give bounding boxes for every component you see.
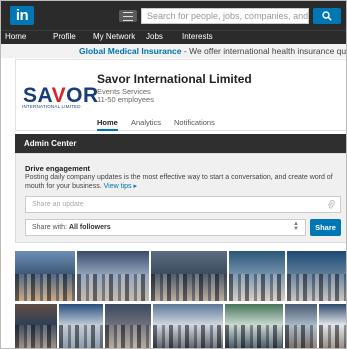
nav-jobs[interactable]: Jobs xyxy=(146,32,163,41)
event-photo-conference-floor[interactable] xyxy=(151,251,227,301)
event-photo-booth-banner[interactable] xyxy=(59,304,103,348)
ad-banner: Global Medical Insurance - We offer inte… xyxy=(1,44,347,58)
photo-crowd-overlay xyxy=(153,324,223,348)
photo-crowd-overlay xyxy=(77,273,149,301)
search-icon xyxy=(322,11,332,21)
event-photo-stand-green[interactable] xyxy=(225,304,283,348)
nav-interests[interactable]: Interests xyxy=(182,32,213,41)
drive-engagement-title: Drive engagement xyxy=(25,164,91,173)
view-tips-link[interactable]: View tips ▸ xyxy=(104,183,137,190)
tab-analytics[interactable]: Analytics xyxy=(131,118,161,127)
photo-crowd-overlay xyxy=(59,324,103,348)
menu-icon[interactable] xyxy=(119,10,137,22)
linkedin-logo[interactable]: in xyxy=(10,6,34,25)
photo-crowd-overlay xyxy=(15,324,57,348)
tab-notifications[interactable]: Notifications xyxy=(174,118,215,127)
nav-bar: Home Profile My Network Jobs Interests xyxy=(1,30,346,44)
nav-profile[interactable]: Profile xyxy=(53,32,76,41)
photo-crowd-overlay xyxy=(151,273,227,301)
ad-link[interactable]: Global Medical Insurance xyxy=(79,46,182,56)
share-update-input[interactable]: Share an update xyxy=(25,196,341,213)
event-photo-booth-visitors[interactable] xyxy=(229,251,285,301)
event-photo-booth-display[interactable] xyxy=(319,304,346,348)
event-photo-meeting-lounge[interactable] xyxy=(15,304,57,348)
company-name: Savor International Limited xyxy=(97,72,252,86)
share-button[interactable]: Share xyxy=(310,219,341,236)
admin-center-header: Admin Center xyxy=(15,134,346,153)
event-photo-booth-crowd[interactable] xyxy=(77,251,149,301)
company-header: SAVOR INTERNATIONAL LIMITED Savor Intern… xyxy=(15,59,346,131)
share-with-label: Share with: xyxy=(32,224,68,231)
photo-crowd-overlay xyxy=(285,324,317,348)
photo-crowd-overlay xyxy=(287,273,346,301)
search-input[interactable]: Search for people, jobs, companies, and … xyxy=(141,8,309,24)
logo-tagline: INTERNATIONAL LIMITED xyxy=(22,104,81,109)
ad-text: - We offer international health insuranc… xyxy=(183,46,347,56)
search-button[interactable] xyxy=(313,8,341,24)
share-with-select[interactable]: Share with: All followers ▲ ▼ xyxy=(25,219,306,236)
photo-crowd-overlay xyxy=(319,324,346,348)
photo-crowd-overlay xyxy=(229,273,285,301)
drive-engagement-text: Posting daily company updates is the mos… xyxy=(25,174,333,190)
select-arrows-icon: ▲ ▼ xyxy=(293,221,299,232)
event-photo-expo-stand[interactable] xyxy=(287,251,346,301)
photo-crowd-overlay xyxy=(225,324,283,348)
company-size: 11-50 employees xyxy=(97,95,154,104)
event-photo-exhibition-hall[interactable] xyxy=(15,251,75,301)
company-logo[interactable]: SAVOR INTERNATIONAL LIMITED xyxy=(18,64,98,129)
admin-panel: Drive engagement Posting daily company u… xyxy=(15,153,346,243)
top-bar: in Search for people, jobs, companies, a… xyxy=(1,1,346,30)
nav-my-network[interactable]: My Network xyxy=(93,32,135,41)
paperclip-icon[interactable] xyxy=(327,200,335,210)
tab-home[interactable]: Home xyxy=(97,118,118,131)
photo-crowd-overlay xyxy=(15,273,75,301)
share-with-value: All followers xyxy=(68,224,111,231)
nav-home[interactable]: Home xyxy=(5,32,26,41)
photo-crowd-overlay xyxy=(105,324,151,348)
event-photo-event-hall[interactable] xyxy=(285,304,317,348)
event-photo-aisle-crowd[interactable] xyxy=(153,304,223,348)
event-photo-visitors-corner[interactable] xyxy=(105,304,151,348)
linkedin-company-page: in Search for people, jobs, companies, a… xyxy=(0,0,347,349)
